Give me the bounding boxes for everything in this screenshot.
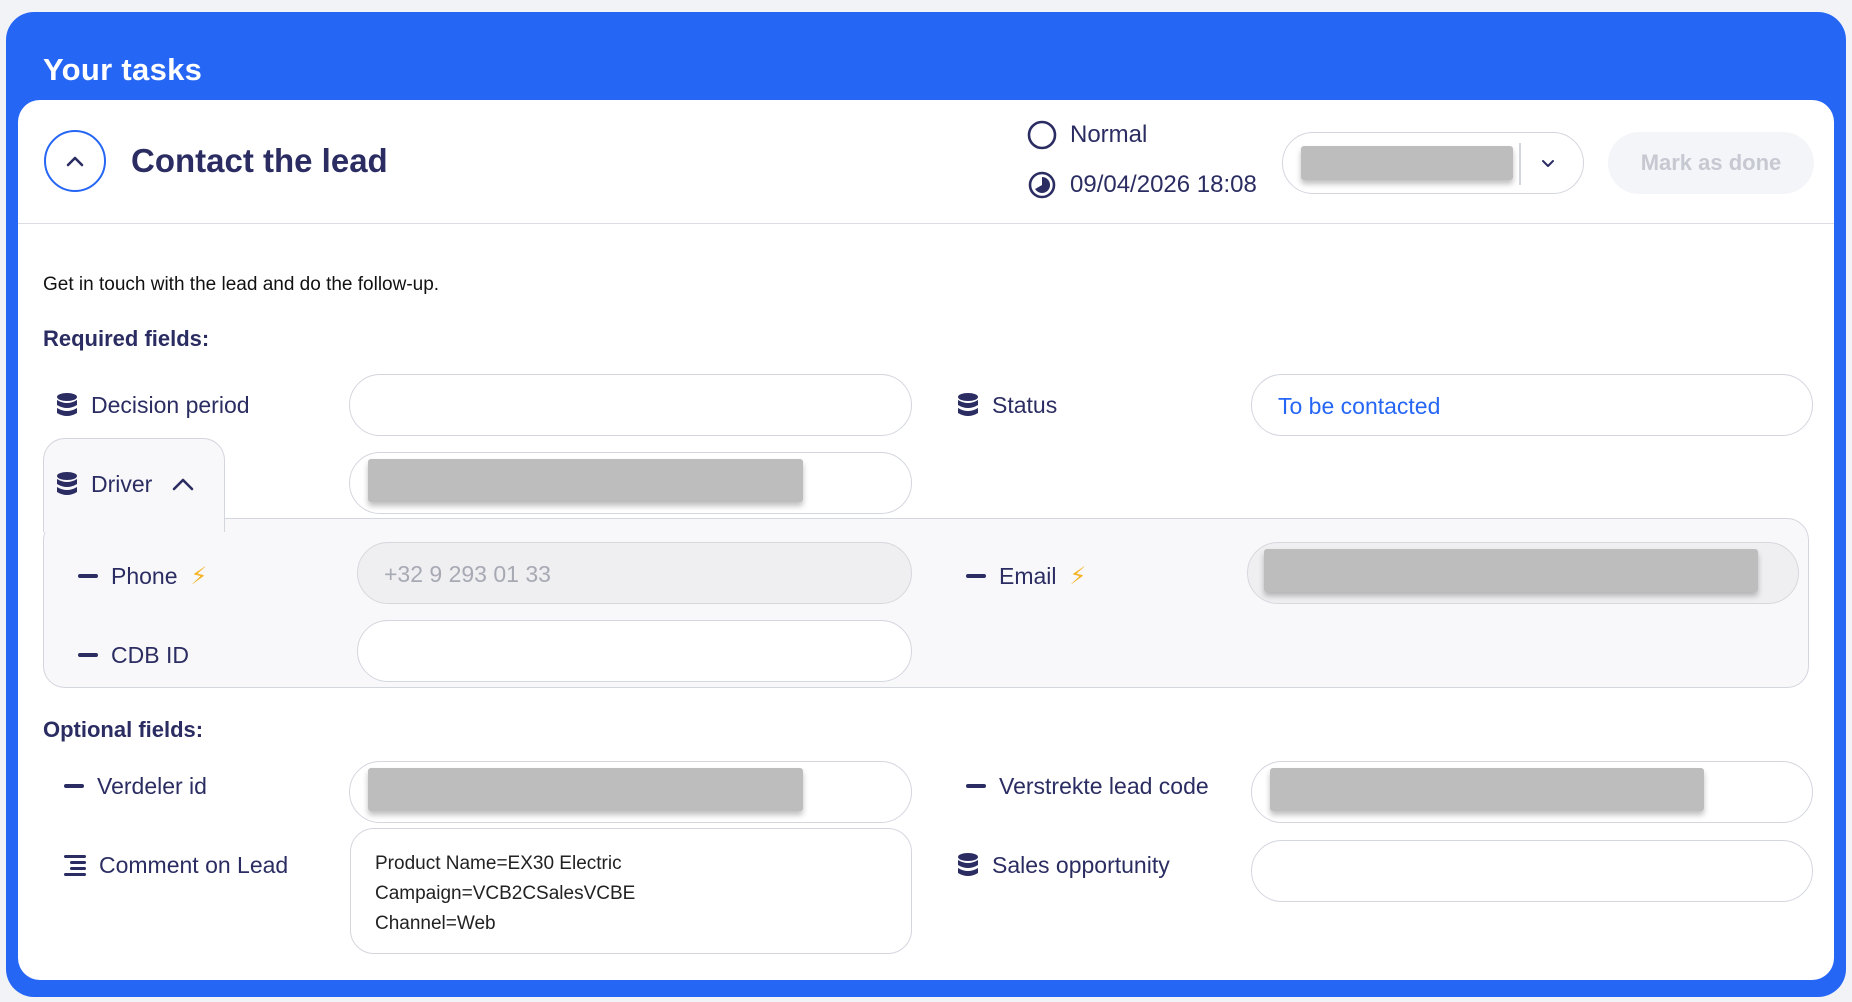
driver-label: Driver [91,470,153,497]
verstrekte-lead-code-label: Verstrekte lead code [999,772,1209,799]
priority-indicator: Normal [1026,118,1147,152]
status-input[interactable]: To be contacted [1251,374,1813,436]
driver-input[interactable] [349,452,912,514]
circle-outline-icon [1027,120,1057,150]
comment-textarea[interactable]: Product Name=EX30 Electric Campaign=VCB2… [350,828,912,954]
dash-icon [78,574,98,578]
email-label: Email [999,562,1057,589]
field-label-phone: Phone ⚡ [78,559,207,593]
mark-as-done-button[interactable]: Mark as done [1608,132,1814,194]
verdeler-id-label: Verdeler id [97,772,207,799]
field-label-comment: Comment on Lead [64,848,288,882]
driver-toggle[interactable]: Driver [56,467,195,501]
database-icon [57,472,77,495]
redacted-email [1264,549,1758,592]
clock-icon [1028,171,1056,199]
assignee-select[interactable] [1282,132,1584,194]
phone-label: Phone [111,562,178,589]
required-fields-heading: Required fields: [43,326,210,351]
phone-input[interactable]: +32 9 293 01 33 [357,542,912,604]
comment-label: Comment on Lead [99,851,289,878]
redacted-verdeler-id [368,768,803,811]
verstrekte-lead-code-input[interactable] [1251,761,1813,823]
field-label-sales-opportunity: Sales opportunity [957,848,1170,882]
lines-icon [64,855,86,876]
field-label-cdb-id: CDB ID [78,638,189,672]
driver-tab-join [45,510,223,522]
dash-icon [966,574,986,578]
database-icon [57,393,77,416]
due-date: 09/04/2026 18:08 [1026,168,1257,202]
tasks-panel: Your tasks Contact the lead Normal 09/04… [6,12,1846,997]
field-label-verstrekte-lead-code: Verstrekte lead code [966,769,1209,803]
field-label-email: Email ⚡ [966,559,1086,593]
field-label-status: Status [957,388,1057,422]
task-header: Contact the lead Normal 09/04/2026 18:08 [18,100,1834,224]
lightning-icon: ⚡ [1069,562,1087,590]
redacted-assignee [1301,146,1513,180]
cdb-id-input[interactable] [357,620,912,682]
field-label-verdeler-id: Verdeler id [64,769,207,803]
decision-period-label: Decision period [91,391,250,418]
chevron-up-icon [66,156,84,167]
assignee-dropdown-toggle[interactable] [1533,151,1563,177]
panel-title: Your tasks [43,52,203,87]
redacted-lead-code [1270,768,1704,811]
verdeler-id-input[interactable] [349,761,912,823]
select-separator [1519,143,1521,185]
priority-label: Normal [1070,121,1148,148]
sales-opportunity-input[interactable] [1251,840,1813,902]
chevron-up-icon [173,478,194,491]
database-icon [958,853,978,876]
status-label: Status [992,391,1058,418]
dash-icon [64,784,84,788]
database-icon [958,393,978,416]
task-description: Get in touch with the lead and do the fo… [43,274,440,295]
dash-icon [966,784,986,788]
optional-fields-heading: Optional fields: [43,717,204,742]
collapse-task-button[interactable] [44,130,106,192]
sales-opportunity-label: Sales opportunity [992,851,1170,878]
dash-icon [78,653,98,657]
lightning-icon: ⚡ [190,562,208,590]
field-label-decision-period: Decision period [56,388,250,422]
task-title: Contact the lead [131,142,388,179]
comment-line: Product Name=EX30 Electric [375,853,622,874]
cdb-id-label: CDB ID [111,641,189,668]
task-card: Contact the lead Normal 09/04/2026 18:08 [18,100,1834,980]
comment-line: Campaign=VCB2CSalesVCBE [375,883,636,904]
phone-value: +32 9 293 01 33 [384,561,551,587]
comment-line: Channel=Web [375,913,496,934]
email-input[interactable] [1247,542,1799,604]
due-date-label: 09/04/2026 18:08 [1070,171,1257,198]
status-value: To be contacted [1278,393,1441,419]
redacted-driver [368,459,803,502]
decision-period-input[interactable] [349,374,912,436]
chevron-down-icon [1542,160,1554,167]
